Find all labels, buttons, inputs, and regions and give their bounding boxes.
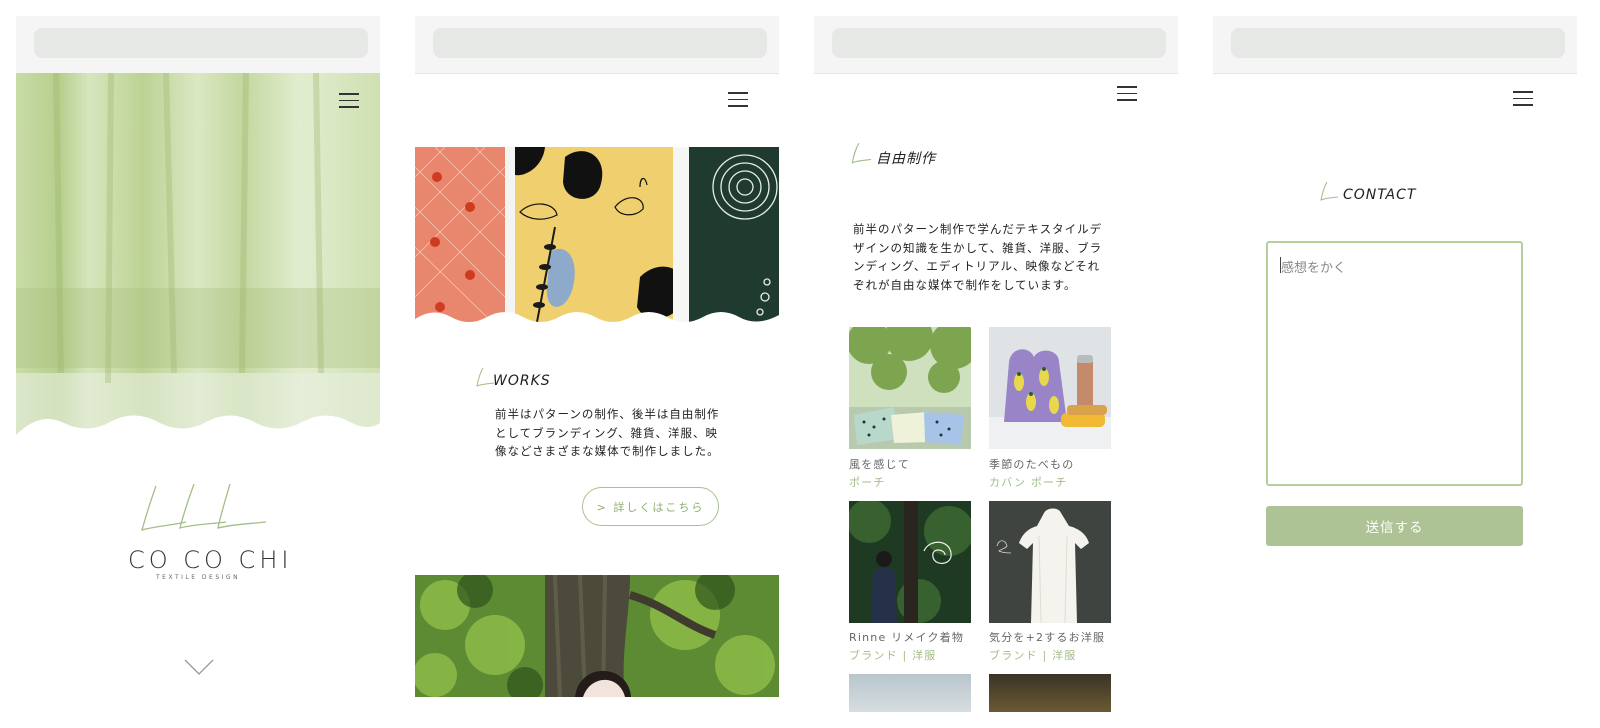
forest-portrait-photo [415,575,779,697]
work-title: 季節のたべもの [989,458,1075,471]
work-thumbnail-clothes[interactable] [989,501,1111,623]
work-title: 風を感じて [849,458,910,471]
description-line: 前半のパターン制作で学んだテキスタイルデ [853,222,1103,236]
address-bar[interactable] [832,28,1166,58]
logo-wordmark: CO CO CHI [128,546,293,574]
mobile-screen-contact: CONTACT 感想をかく 送信する [1213,16,1577,712]
works-heading: WORKS [493,373,551,389]
feedback-textarea[interactable]: 感想をかく [1266,241,1523,486]
work-category: ポーチ [849,476,886,489]
hamburger-menu-icon[interactable] [339,93,359,108]
work-category: ブランド | 洋服 [989,649,1077,662]
browser-bar [16,16,380,74]
mobile-screen-home: CO CO CHI TEXTILE DESIGN [16,16,380,712]
work-thumbnail-partial[interactable] [849,674,971,712]
works-textile-image [415,147,779,325]
description-line: ぞれが自由な媒体で制作をしています。 [853,277,1077,292]
description-line: ンディング、エディトリアル、映像などそれ [853,259,1101,273]
browser-bar [1213,16,1577,74]
work-thumbnail-rinne[interactable] [849,501,971,623]
hamburger-menu-icon[interactable] [1117,86,1137,101]
works-description-line: としてブランディング、雑貨、洋服、映 [495,425,719,440]
section-title-mark [851,142,871,164]
hero-curtain-image [16,73,380,435]
address-bar[interactable] [34,28,368,58]
section-title-mark [1320,181,1339,201]
work-thumbnail-bag[interactable] [989,327,1111,449]
work-title: Rinne リメイク着物 [849,631,965,644]
send-button[interactable]: 送信する [1266,506,1523,546]
mobile-screen-works: WORKS 前半はパターンの制作、後半は自由制作 としてブランディング、雑貨、洋… [415,16,779,712]
address-bar[interactable] [433,28,767,58]
free-production-heading: 自由制作 [876,151,936,167]
work-category: カバン ポーチ [989,476,1068,489]
works-description-line: 像などさまざまな媒体で制作しました。 [495,444,720,458]
hamburger-menu-icon[interactable] [728,92,748,107]
browser-bar [814,16,1178,74]
works-description-line: 前半はパターンの制作、後半は自由制作 [495,407,720,421]
work-thumbnail-partial[interactable] [989,674,1111,712]
see-details-button[interactable]: > 詳しくはこちら [582,487,719,526]
logo-tagline: TEXTILE DESIGN [156,574,241,581]
work-title: 気分を+2するお洋服 [989,631,1106,644]
mobile-screen-free-production: 自由制作 前半のパターン制作で学んだテキスタイルデ ザインの知識を生かして、雑貨… [814,16,1178,712]
text-cursor [1280,257,1281,273]
work-thumbnail-pouch[interactable] [849,327,971,449]
works-description: 前半はパターンの制作、後半は自由制作 としてブランディング、雑貨、洋服、映 像な… [495,405,720,461]
section-title-mark [476,367,495,387]
chevron-down-icon[interactable] [184,658,214,676]
description-line: ザインの知識を生かして、雑貨、洋服、ブラ [853,240,1103,255]
address-bar[interactable] [1231,28,1565,58]
free-production-description: 前半のパターン制作で学んだテキスタイルデ ザインの知識を生かして、雑貨、洋服、ブ… [853,220,1102,294]
hamburger-menu-icon[interactable] [1513,91,1533,106]
browser-bar [415,16,779,74]
work-category: ブランド | 洋服 [849,649,937,662]
contact-heading: CONTACT [1343,187,1417,203]
